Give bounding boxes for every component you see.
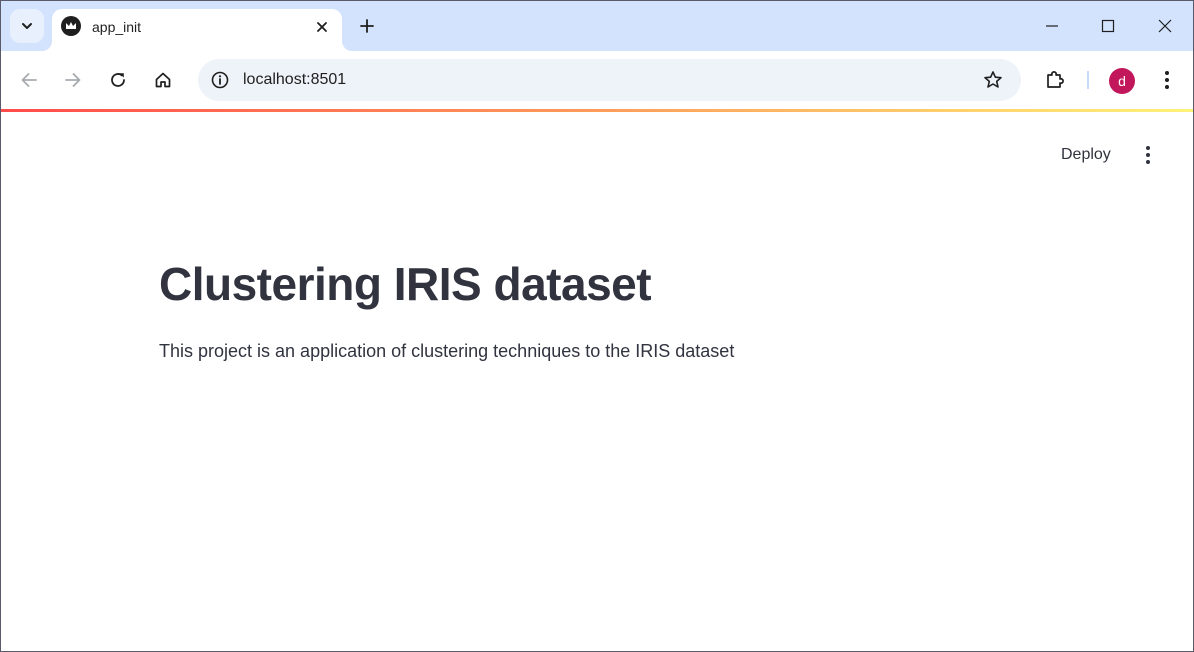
close-icon (317, 22, 327, 32)
app-main-menu-button[interactable] (1133, 140, 1163, 170)
reload-button[interactable] (101, 63, 135, 97)
maximize-button[interactable] (1080, 1, 1136, 51)
tab-active[interactable]: app_init (52, 9, 342, 51)
bookmark-button[interactable] (981, 68, 1005, 92)
minimize-button[interactable] (1024, 1, 1080, 51)
streamlit-app: Deploy Clustering IRIS dataset This proj… (1, 112, 1193, 651)
tab-close-button[interactable] (312, 17, 332, 37)
streamlit-crown-icon (61, 16, 81, 36)
info-icon (211, 71, 229, 89)
minimize-icon (1046, 25, 1058, 27)
browser-menu-button[interactable] (1151, 64, 1183, 96)
address-bar[interactable]: localhost:8501 (198, 59, 1021, 101)
page-title: Clustering IRIS dataset (159, 258, 652, 310)
arrow-right-icon (65, 73, 81, 87)
browser-window: app_init localhost:8501 d Deploy Cluster… (0, 0, 1194, 652)
more-vertical-icon (1165, 71, 1169, 89)
puzzle-icon (1047, 71, 1064, 88)
star-icon (984, 71, 1002, 88)
reload-icon (111, 73, 125, 87)
home-icon (155, 72, 171, 88)
close-icon (1158, 19, 1172, 33)
deploy-button[interactable]: Deploy (1051, 140, 1121, 170)
new-tab-button[interactable] (352, 11, 382, 41)
extensions-button[interactable] (1039, 64, 1071, 96)
url-text[interactable]: localhost:8501 (243, 70, 346, 90)
browser-toolbar: localhost:8501 d (1, 51, 1193, 109)
more-vertical-icon (1146, 146, 1150, 164)
home-button[interactable] (146, 63, 180, 97)
toolbar-divider (1087, 71, 1089, 89)
forward-button[interactable] (56, 63, 90, 97)
arrow-left-icon (21, 73, 37, 87)
tab-title: app_init (92, 19, 142, 35)
tab-strip: app_init (1, 1, 1193, 51)
back-button[interactable] (12, 63, 46, 97)
profile-avatar[interactable]: d (1109, 68, 1135, 94)
site-info-button[interactable] (206, 66, 234, 94)
plus-icon (360, 19, 374, 33)
window-close-button[interactable] (1137, 1, 1193, 51)
chevron-down-icon (22, 23, 32, 29)
page-description: This project is an application of cluste… (159, 341, 735, 361)
tab-search-button[interactable] (10, 9, 44, 43)
maximize-icon (1101, 19, 1115, 33)
